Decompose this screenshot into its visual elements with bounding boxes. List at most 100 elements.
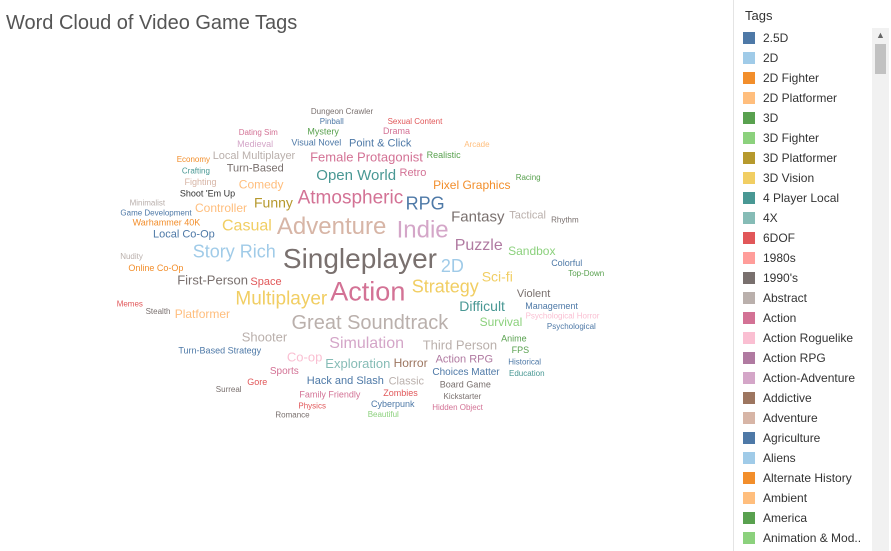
legend-swatch (743, 72, 755, 84)
cloud-word: Fighting (185, 177, 217, 187)
cloud-word: Violent (517, 288, 550, 300)
legend-item[interactable]: Alternate History (736, 468, 874, 488)
cloud-word: Multiplayer (235, 289, 328, 310)
legend-item[interactable]: 4 Player Local (736, 188, 874, 208)
cloud-word: Board Game (440, 379, 491, 389)
legend-swatch (743, 512, 755, 524)
cloud-word: Rhythm (551, 216, 579, 225)
cloud-word: Mystery (307, 126, 339, 136)
legend-label: 1980s (763, 251, 796, 265)
legend-swatch (743, 212, 755, 224)
legend-label: America (763, 511, 808, 525)
cloud-word: Minimalist (130, 198, 166, 207)
cloud-word: Arcade (464, 140, 490, 149)
cloud-word: Singleplayer (283, 243, 437, 274)
legend-item[interactable]: 2D Fighter (736, 68, 874, 88)
legend-swatch (743, 172, 755, 184)
legend-item[interactable]: Abstract (736, 288, 874, 308)
cloud-word: Sandbox (508, 244, 555, 258)
legend-item[interactable]: 1990's (736, 268, 874, 288)
cloud-word: Casual (222, 217, 272, 234)
cloud-word: Gore (247, 377, 267, 387)
cloud-word: Sci-fi (482, 269, 513, 285)
chart-title: Word Cloud of Video Game Tags (6, 12, 298, 34)
legend-item[interactable]: 3D Platformer (736, 148, 874, 168)
scroll-thumb[interactable] (875, 44, 886, 74)
cloud-word: Management (525, 301, 578, 311)
legend-label: 2D (763, 51, 779, 65)
cloud-word: Controller (195, 201, 247, 215)
legend-item[interactable]: Action RPG (736, 348, 874, 368)
legend-swatch (743, 352, 755, 364)
legend-swatch (743, 412, 755, 424)
cloud-word: Adventure (277, 213, 386, 240)
cloud-word: Drama (383, 126, 410, 136)
legend-item[interactable]: Animation & Mod.. (736, 528, 874, 548)
cloud-word: Pinball (320, 117, 344, 126)
cloud-word: Memes (117, 300, 143, 309)
cloud-word: Horror (394, 356, 428, 370)
legend-item[interactable]: 2D Platformer (736, 88, 874, 108)
cloud-word: Hidden Object (432, 403, 483, 412)
cloud-word: Local Multiplayer (213, 150, 296, 162)
legend-item[interactable]: Adventure (736, 408, 874, 428)
cloud-word: Turn-Based (227, 162, 284, 174)
chart-panel: Singleplayer Action Adventure Indie Great So… (0, 0, 734, 551)
word-cloud: SingleplayerAction Adventure Indie Great So… (117, 107, 605, 419)
legend-item[interactable]: Ambient (736, 488, 874, 508)
cloud-word: Stealth (146, 307, 171, 316)
legend-label: 4X (763, 211, 778, 225)
legend-label: 3D Vision (763, 171, 815, 185)
scroll-up-arrow-icon[interactable]: ▲ (872, 28, 889, 42)
legend-label: Aliens (763, 451, 796, 465)
cloud-word: Online Co-Op (128, 263, 183, 273)
legend-item[interactable]: Agriculture (736, 428, 874, 448)
cloud-word: Story Rich (193, 242, 276, 262)
cloud-word: Shoot 'Em Up (180, 189, 235, 199)
cloud-word: Game Development (120, 209, 192, 218)
legend-item[interactable]: America (736, 508, 874, 528)
cloud-word: Difficult (459, 298, 505, 314)
legend-item[interactable]: 1980s (736, 248, 874, 268)
cloud-word: Space (250, 276, 281, 288)
legend-scrollbar[interactable]: ▲ (872, 28, 889, 551)
cloud-word: Choices Matter (432, 367, 500, 378)
legend-swatch (743, 152, 755, 164)
cloud-word: Medieval (237, 139, 273, 149)
cloud-word: Beautiful (368, 410, 399, 419)
cloud-word: Platformer (175, 307, 230, 321)
cloud-word: Fantasy (451, 209, 505, 226)
legend-item[interactable]: Action-Adventure (736, 368, 874, 388)
legend-item[interactable]: 2.5D (736, 28, 874, 48)
legend-swatch (743, 472, 755, 484)
cloud-word: Physics (298, 402, 326, 411)
legend-label: 3D (763, 111, 779, 125)
cloud-word: Cyberpunk (371, 399, 415, 409)
legend-label: Action Roguelike (763, 331, 854, 345)
cloud-word: Psychological (547, 322, 596, 331)
legend-item[interactable]: Action (736, 308, 874, 328)
legend-item[interactable]: 3D Fighter (736, 128, 874, 148)
legend-item[interactable]: Addictive (736, 388, 874, 408)
cloud-word: Economy (177, 155, 210, 164)
legend-item[interactable]: 6DOF (736, 228, 874, 248)
cloud-word: Classic (389, 375, 425, 387)
cloud-word: Hack and Slash (307, 375, 384, 387)
legend-swatch (743, 312, 755, 324)
cloud-word: RPG (406, 193, 445, 213)
cloud-word: Surreal (216, 385, 242, 394)
legend-swatch (743, 32, 755, 44)
legend-label: 3D Platformer (763, 151, 838, 165)
legend-item[interactable]: 3D Vision (736, 168, 874, 188)
cloud-word: Comedy (239, 178, 284, 192)
legend-item[interactable]: 2D (736, 48, 874, 68)
legend-swatch (743, 532, 755, 544)
legend-label: 2D Platformer (763, 91, 838, 105)
legend-item[interactable]: 4X (736, 208, 874, 228)
legend-item[interactable]: Aliens (736, 448, 874, 468)
legend-item[interactable]: Action Roguelike (736, 328, 874, 348)
cloud-word: Exploration (325, 356, 390, 371)
cloud-word: Psychological Horror (526, 312, 600, 321)
legend-item[interactable]: 3D (736, 108, 874, 128)
cloud-word: Co-op (287, 350, 322, 365)
